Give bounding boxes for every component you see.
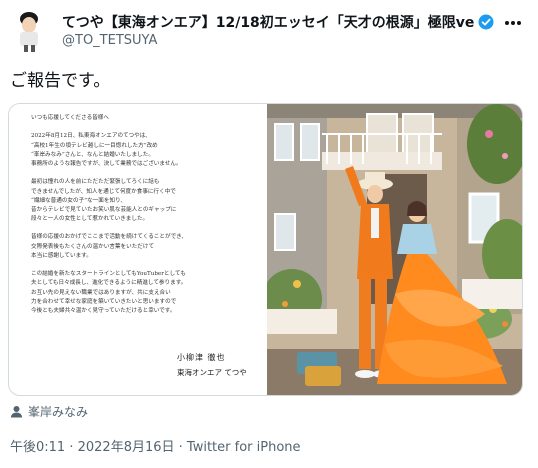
more-button[interactable] [500,10,526,36]
letter-line [31,169,261,178]
meta-separator: · [174,440,187,455]
tweet-text: ご報告です。 [10,71,111,91]
tweet-source[interactable]: Twitter for iPhone [187,440,301,455]
letter-line: “高校1年生の頃テレビ越しに一目惚れした方”改め [31,142,158,149]
letter-line: いつも応援してくださる皆様へ [31,115,109,121]
letter-signature: 小柳津 徹也 東海オンエア てつや [177,352,247,378]
tweet-date[interactable]: 2022年8月16日 [78,440,175,455]
letter-line: 交際発表後もたくさんの温かい言葉をいただけて [31,243,155,250]
letter-line: 昔からテレビで見ていたお笑い肌な芸能人とのギャップに [31,206,177,213]
meta-separator: · [65,440,78,455]
letter-line: 夫としても日々成長し、進化できるように精進して参ります。 [31,280,187,287]
letter-line: 最初は憧れの人を前にただただ緊張してろくに話も [31,179,160,186]
letter-line: できませんでしたが、知人を通じて何度か食事に行く中で [31,188,176,195]
avatar[interactable] [10,9,48,53]
letter-line: お互い先の見えない職業ではありますが、共に支え合い [31,289,171,296]
letter-line: “繊細な普通の女の子”な一面を知り、 [31,197,126,204]
letter-line: 今後とも夫婦共々温かく見守っていただけると幸いです。 [31,307,176,314]
tweet-header: てつや【東海オンエア】12/18初エッセイ「天才の根源」極限ve… @TO_TE… [0,0,538,58]
author-handle[interactable]: @TO_TETSUYA [62,33,157,48]
author-name-row[interactable]: てつや【東海オンエア】12/18初エッセイ「天才の根源」極限ve… [62,12,502,32]
letter-line: 皆様の応援のおかげでここまで活動を続けてくることができ、 [31,234,187,241]
verified-badge-icon [478,14,494,30]
tweet-media[interactable]: いつも応援してくださる皆様へ 2022年8月12日、私東海オンエアのてつやは、 “高… [8,103,523,396]
wedding-photo[interactable] [267,104,523,396]
signature-name: 小柳津 徹也 [177,353,226,362]
letter-line: 本当に感謝しています。 [31,252,92,259]
letter-line [31,224,261,233]
letter-line [31,123,261,132]
tagged-user-row[interactable]: 峯岸みなみ [10,402,88,420]
announcement-letter-image[interactable]: いつも応援してくださる皆様へ 2022年8月12日、私東海オンエアのてつやは、 “高… [9,104,267,395]
letter-line: この結婚を新たなスタートラインとしてもYouTuberとしても [31,271,186,278]
letter-line: “峯岸みなみ”さんと、なんと結婚いたしました。 [31,151,154,158]
tweet-time[interactable]: 午後0:11 [10,440,65,455]
person-tag-icon [10,405,23,417]
letter-line [31,261,261,270]
letter-line: 2022年8月12日、私東海オンエアのてつやは、 [31,133,151,140]
tagged-user-name[interactable]: 峯岸みなみ [28,403,88,420]
letter-line: 事務所のような報告ですが、決して業務ではございません。 [31,160,182,167]
tweet-metadata: 午後0:11 · 2022年8月16日 · Twitter for iPhone [10,436,301,455]
letter-line: 力を合わせて幸せな家庭を築いていきたいと思いますので [31,298,177,305]
author-display-name[interactable]: てつや【東海オンエア】12/18初エッセイ「天才の根源」極限ve… [62,12,474,32]
letter-line: 段々と一人の女性として惹かれていきました。 [31,216,149,223]
letter-text: いつも応援してくださる皆様へ 2022年8月12日、私東海オンエアのてつやは、 “高… [31,114,261,316]
signature-group: 東海オンエア てつや [177,368,247,377]
more-horizontal-icon [505,21,521,25]
